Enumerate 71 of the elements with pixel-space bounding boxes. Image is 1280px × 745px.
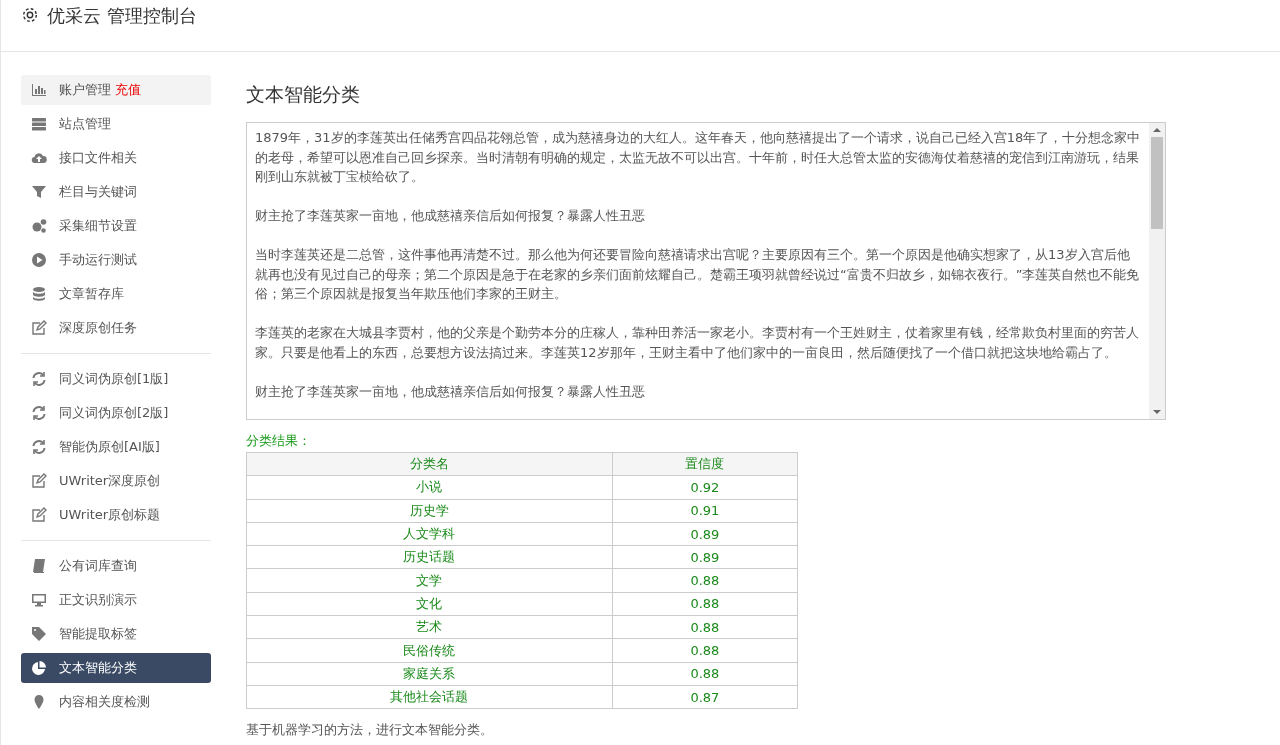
table-cell: 艺术	[246, 615, 613, 639]
column-header: 置信度	[612, 452, 798, 476]
sidebar-item[interactable]: 公有词库查询	[21, 551, 211, 581]
scroll-thumb[interactable]	[1151, 137, 1163, 229]
server-icon	[31, 116, 47, 132]
edit-icon	[31, 507, 47, 523]
table-cell: 人文学科	[246, 522, 613, 546]
table-cell: 家庭关系	[246, 662, 613, 686]
table-cell: 0.87	[612, 685, 798, 709]
sync-icon	[31, 371, 47, 387]
table-cell: 0.88	[612, 569, 798, 593]
settings-icon	[21, 6, 39, 24]
column-header: 分类名	[246, 452, 613, 476]
table-cell: 0.89	[612, 522, 798, 546]
paragraph: 财主抢了李莲英家一亩地，他成慈禧亲信后如何报复？暴露人性丑恶	[255, 382, 646, 401]
sidebar-item[interactable]: 深度原创任务	[21, 313, 211, 343]
play-icon	[31, 252, 47, 268]
scroll-down-icon[interactable]	[1153, 408, 1161, 416]
pie-icon	[31, 660, 47, 676]
edit-icon	[31, 473, 47, 489]
sidebar-item[interactable]: 栏目与关键词	[21, 177, 211, 207]
edit-icon	[31, 320, 47, 336]
paragraph: 财主抢了李莲英家一亩地，他成慈禧亲信后如何报复？暴露人性丑恶	[255, 207, 646, 225]
sync-icon	[31, 439, 47, 455]
recharge-badge[interactable]: 充值	[115, 81, 141, 99]
sidebar-item[interactable]: 站点管理	[21, 109, 211, 139]
sidebar-item[interactable]: 智能提取标签	[21, 619, 211, 649]
monitor-icon	[31, 592, 47, 608]
table-cell: 民俗传统	[246, 638, 613, 663]
text-area[interactable]	[246, 122, 1166, 420]
paragraph: 李莲英的老家在大城县李贾村，他的父亲是个勤劳本分的庄稼人，靠种田养活一家老小。李贾村有一个王姓财主，仗着家里有钱，经常欺负村里面的穷苦人家。只要是他看上的东西，总要想方设法搞过来。李莲英12岁那年，王财主看中了他们家中的一亩良田，然后随便找了一个借口就把这块地给霸占了。	[255, 324, 1140, 362]
bars-icon	[31, 82, 47, 98]
tag-icon	[31, 626, 47, 642]
sidebar-item[interactable]: 同义词伪原创[2版]	[21, 398, 211, 428]
sidebar-item[interactable]: UWriter深度原创	[21, 466, 211, 496]
table-cell: 文化	[246, 592, 613, 616]
section-title: 文本智能分类	[246, 82, 361, 107]
db-icon	[31, 286, 47, 302]
table-cell: 0.88	[612, 638, 798, 663]
table-cell: 小说	[246, 475, 613, 500]
sidebar-item[interactable]: 正文识别演示	[21, 585, 211, 615]
description: 基于机器学习的方法，进行文本智能分类。	[246, 721, 494, 740]
paragraph: 当时李莲英还是二总管，这件事他再清楚不过。那么他为何还要冒险向慈禧请求出宫呢？主要原因有三个。第一个原因是他确实想家了，从13岁入宫后他就再也没有见过自己的母亲；第二个原因是急于在老家的乡亲们面前炫耀自己。楚霸王项羽就曾经说过“富贵不归故乡，如锦衣夜行。”李莲英自然也不能免俗；第三个原因就是报复当年欺压他们李家的王财主。	[255, 246, 1141, 303]
sidebar-item[interactable]: 手动运行测试	[21, 245, 211, 275]
table-cell: 其他社会话题	[246, 685, 613, 709]
sidebar-item[interactable]: UWriter原创标题	[21, 500, 211, 530]
sidebar-item[interactable]: 账户管理 充值	[21, 75, 211, 105]
table-cell: 0.89	[612, 545, 798, 569]
paragraph: 1879年，31岁的李莲英出任储秀宫四品花翎总管，成为慈禧身边的大红人。这年春天，他向慈禧提出了一个请求，说自己已经入宫18年了，十分想念家中的老母，希望可以恩准自己回乡探亲。当时清朝有明确的规定，太监无故不可以出宫。十年前，时任大总管太监的安德海仗着慈禧的宠信到江南游玩，结果刚到山东就被丁宝桢给砍了。	[255, 129, 1141, 186]
table-cell: 0.88	[612, 662, 798, 686]
table-cell: 历史话题	[246, 545, 613, 569]
sidebar-item[interactable]: 智能伪原创[AI版]	[21, 432, 211, 462]
table-cell: 文学	[246, 569, 613, 593]
app-title: 优采云 管理控制台	[47, 4, 197, 28]
sidebar-item[interactable]: 文章暂存库	[21, 279, 211, 309]
scroll-up-icon[interactable]	[1153, 126, 1161, 134]
table-cell: 0.91	[612, 499, 798, 523]
funnel-icon	[31, 184, 47, 200]
sidebar-item[interactable]: 文本智能分类	[21, 653, 211, 683]
table-cell: 历史学	[246, 499, 613, 523]
sync-icon	[31, 405, 47, 421]
sidebar-item[interactable]: 同义词伪原创[1版]	[21, 364, 211, 394]
sidebar-item[interactable]: 采集细节设置	[21, 211, 211, 241]
sidebar-item[interactable]: 内容相关度检测	[21, 687, 211, 717]
table-cell: 0.88	[612, 615, 798, 639]
cloud-icon	[31, 150, 47, 166]
result-label: 分类结果：	[246, 432, 312, 450]
scrollbar[interactable]	[1149, 123, 1165, 419]
table-cell: 0.88	[612, 592, 798, 616]
sidebar-item[interactable]: 接口文件相关	[21, 143, 211, 173]
table-cell: 0.92	[612, 475, 798, 500]
